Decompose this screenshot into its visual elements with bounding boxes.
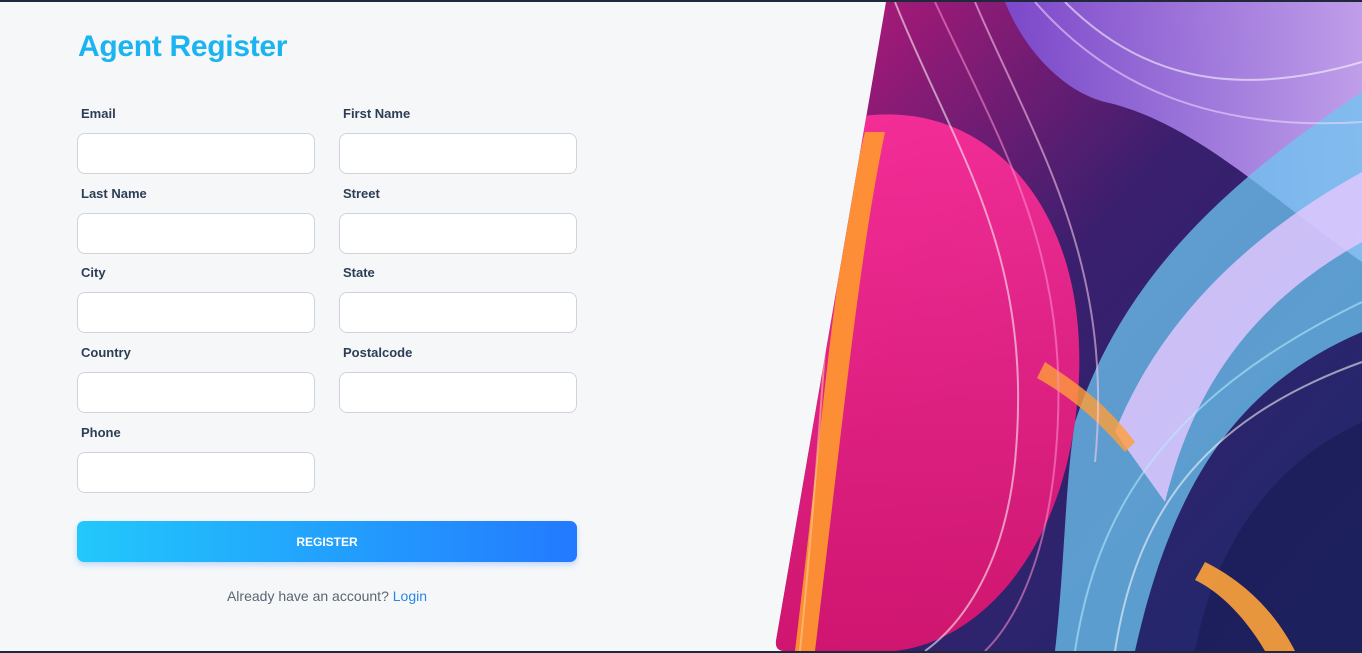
first-name-field[interactable] bbox=[339, 133, 577, 174]
abstract-swirl-image bbox=[775, 2, 1362, 651]
city-group: City bbox=[77, 264, 315, 333]
email-label: Email bbox=[81, 106, 116, 121]
city-field[interactable] bbox=[77, 292, 315, 333]
last-name-field[interactable] bbox=[77, 213, 315, 254]
state-label: State bbox=[343, 265, 375, 280]
first-name-label: First Name bbox=[343, 106, 411, 121]
phone-group: Phone bbox=[77, 424, 315, 493]
street-label: Street bbox=[343, 186, 380, 201]
first-name-group: First Name bbox=[339, 105, 577, 174]
decorative-artwork bbox=[775, 2, 1362, 651]
country-field[interactable] bbox=[77, 372, 315, 413]
state-group: State bbox=[339, 264, 577, 333]
login-prompt: Already have an account? Login bbox=[77, 588, 577, 604]
phone-label: Phone bbox=[81, 425, 121, 440]
email-group: Email bbox=[77, 105, 315, 174]
street-field[interactable] bbox=[339, 213, 577, 254]
postalcode-field[interactable] bbox=[339, 372, 577, 413]
state-field[interactable] bbox=[339, 292, 577, 333]
last-name-label: Last Name bbox=[81, 186, 147, 201]
postalcode-group: Postalcode bbox=[339, 344, 577, 413]
street-group: Street bbox=[339, 185, 577, 254]
phone-field[interactable] bbox=[77, 452, 315, 493]
city-label: City bbox=[81, 265, 106, 280]
register-page: Agent Register Email First Name Last Nam… bbox=[0, 2, 1362, 651]
already-have-account-text: Already have an account? bbox=[226, 588, 389, 604]
login-link[interactable]: Login bbox=[393, 588, 427, 604]
last-name-group: Last Name bbox=[77, 185, 315, 254]
register-button[interactable]: REGISTER bbox=[77, 521, 577, 562]
postalcode-label: Postalcode bbox=[343, 345, 413, 360]
page-title: Agent Register bbox=[78, 30, 288, 63]
email-field[interactable] bbox=[77, 133, 315, 174]
country-group: Country bbox=[77, 344, 315, 413]
country-label: Country bbox=[81, 345, 131, 360]
